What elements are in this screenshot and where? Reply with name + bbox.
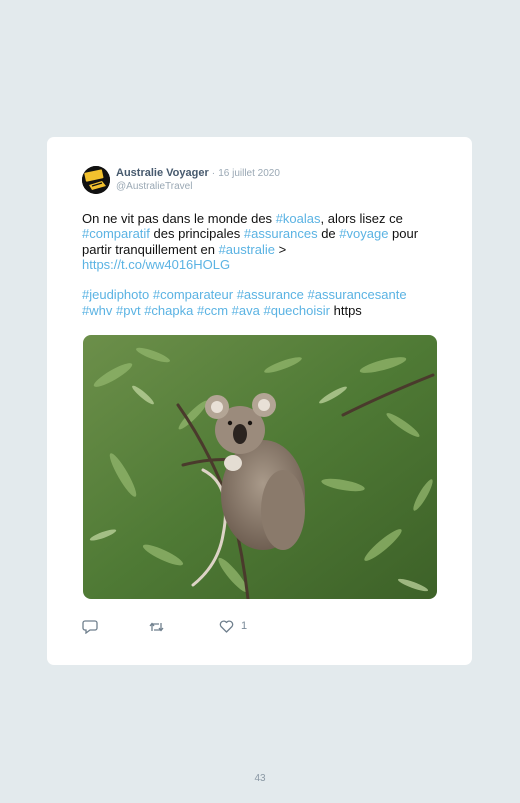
tweet-paragraph: On ne vit pas dans le monde des #koalas,… [82, 211, 432, 272]
hashtag-link[interactable]: #voyage [339, 226, 388, 241]
tweet-text: On ne vit pas dans le monde des #koalas,… [82, 211, 432, 318]
hashtag-link[interactable]: #comparatif [82, 226, 150, 241]
heart-icon[interactable] [219, 620, 234, 638]
hashtag-list: #jeudiphoto #comparateur #assurance #ass… [82, 287, 432, 318]
text-fragment: de [317, 226, 340, 242]
hashtag-link[interactable]: #assurance [237, 287, 304, 302]
avatar[interactable] [82, 166, 110, 194]
hashtag-link[interactable]: #pvt [116, 303, 141, 318]
name-date-separator: · [211, 168, 216, 179]
hashtag-link[interactable]: #koalas [276, 211, 321, 226]
koala-photo[interactable] [83, 335, 437, 599]
tweet-date[interactable]: 16 juillet 2020 [218, 168, 280, 179]
trailing-text: https [333, 302, 362, 318]
hashtag-link[interactable]: #whv [82, 303, 112, 318]
like-count: 1 [241, 620, 248, 632]
tweet-actions: 1 [82, 620, 282, 640]
hashtag-link[interactable]: #jeudiphoto [82, 287, 149, 302]
user-handle[interactable]: @AustralieTravel [116, 181, 192, 192]
short-url-link[interactable]: https://t.co/ww4016HOLG [82, 257, 230, 272]
retweet-icon[interactable] [148, 620, 165, 639]
hashtag-link[interactable]: #assurancesante [308, 287, 407, 302]
tweet-card: Australie Voyager · 16 juillet 2020 @Aus… [47, 137, 472, 665]
hashtag-link[interactable]: #ccm [197, 303, 228, 318]
hashtag-link[interactable]: #assurances [244, 226, 318, 241]
reply-icon[interactable] [82, 620, 98, 639]
hashtag-link[interactable]: #chapka [144, 303, 193, 318]
text-fragment: , alors lisez ce [320, 211, 403, 226]
text-fragment: > [274, 241, 287, 257]
hashtag-link[interactable]: #comparateur [153, 287, 233, 302]
hashtag-link[interactable]: #ava [232, 303, 260, 318]
text-fragment: On ne vit pas dans le monde des [82, 211, 276, 226]
hashtag-link[interactable]: #australie [219, 242, 275, 257]
page-number: 43 [254, 773, 266, 784]
display-name[interactable]: Australie Voyager [116, 167, 209, 179]
text-fragment: des principales [149, 226, 244, 242]
hashtag-link[interactable]: #quechoisir [263, 303, 330, 318]
